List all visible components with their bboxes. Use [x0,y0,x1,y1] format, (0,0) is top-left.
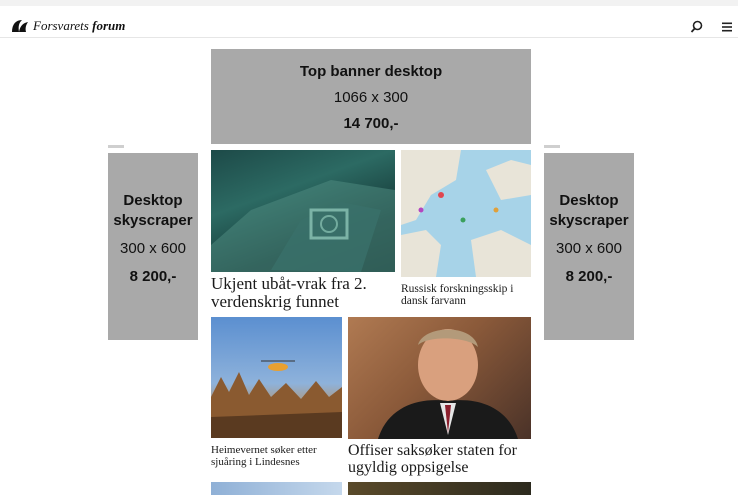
article-image-helicopter [211,317,342,438]
article-card-lawsuit[interactable]: Offiser saksøker staten for ugyldig opps… [348,317,531,480]
ad-price: 8 200,- [129,268,177,285]
skyscraper-ad-right[interactable]: Desktop skyscraper 300 x 600 8 200,- [544,153,634,340]
ad-size: 300 x 600 [556,240,622,257]
ad-price: 14 700,- [343,115,399,132]
ad-price: 8 200,- [565,268,613,285]
site-logo[interactable]: Forsvarets forum [10,18,125,34]
logo-text-bold: forum [92,18,126,33]
article-headline[interactable]: Offiser saksøker staten for ugyldig opps… [348,442,538,476]
article-image-map [401,150,531,277]
article-headline[interactable]: Ukjent ubåt-vrak fra 2. verdenskrig funn… [211,275,401,311]
article-image-submarine-wreck [211,150,395,272]
article-image-preview[interactable] [211,482,342,495]
logo-text: Forsvarets forum [33,18,125,34]
skyscraper-ad-left[interactable]: Desktop skyscraper 300 x 600 8 200,- [108,153,198,340]
article-card-research-ship[interactable]: Russisk forskningsskip i dansk farvann [401,150,531,314]
logo-mark-icon [12,20,28,32]
article-image-portrait [348,317,531,439]
ad-title: Top banner desktop [299,63,443,80]
logo-text-prefix: Forsvarets [33,18,89,33]
ad-title-line2: skyscraper [113,212,193,229]
article-image-preview[interactable] [348,482,531,495]
search-icon[interactable] [686,16,708,38]
article-headline[interactable]: Heimevernet søker etter sjuåring i Linde… [211,444,346,468]
article-card-search[interactable]: Heimevernet søker etter sjuåring i Linde… [211,317,342,475]
ad-title-line2: skyscraper [549,212,629,229]
article-card-submarine[interactable]: Ukjent ubåt-vrak fra 2. verdenskrig funn… [211,150,395,314]
ad-marker [544,145,560,148]
article-headline[interactable]: Russisk forskningsskip i dansk farvann [401,283,533,307]
top-navigation-bar: Forsvarets forum [0,0,738,38]
ad-size: 1066 x 300 [333,89,409,106]
ad-title-line1: Desktop [123,192,183,209]
hamburger-menu-icon[interactable] [716,16,738,38]
ad-title-line1: Desktop [559,192,619,209]
top-banner-ad[interactable]: Top banner desktop 1066 x 300 14 700,- [211,49,531,144]
ad-size: 300 x 600 [120,240,186,257]
ad-marker [108,145,124,148]
